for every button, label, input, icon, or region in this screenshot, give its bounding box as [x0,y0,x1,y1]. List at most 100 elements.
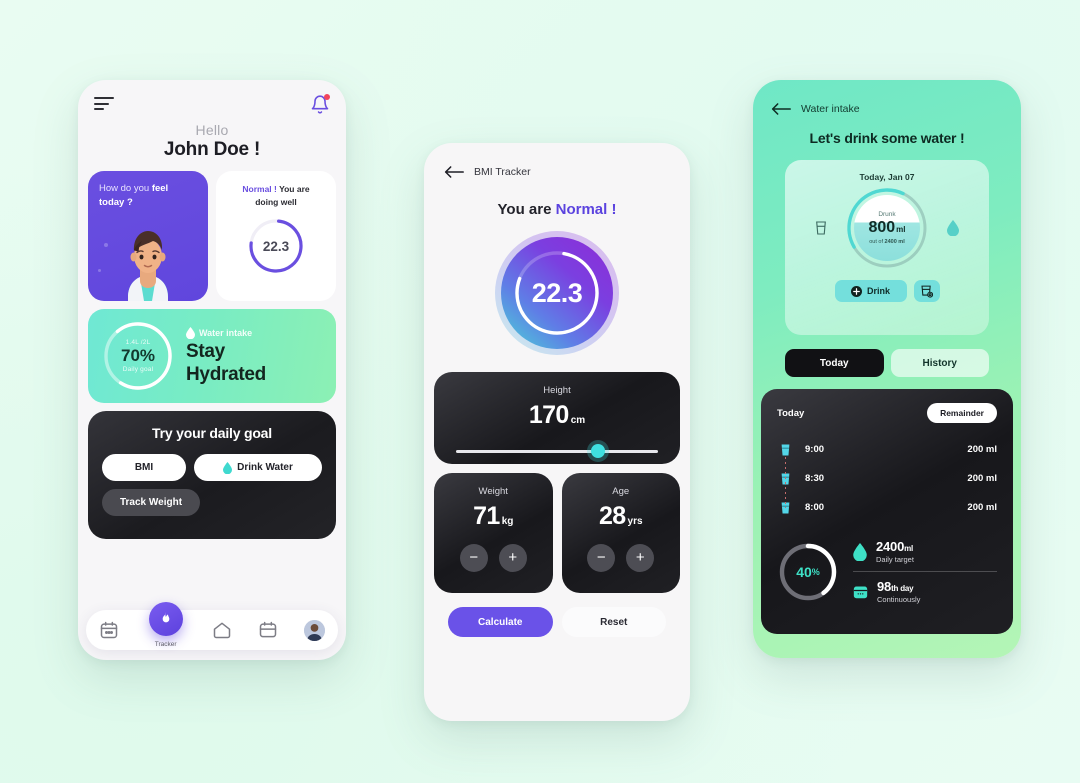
cup-settings-button[interactable] [913,280,940,302]
goal-chip-drink-water[interactable]: Drink Water [194,454,322,481]
remainder-button[interactable]: Remainder [927,403,997,423]
log-time: 9:00 [805,444,825,455]
water-out-of-row: out of 2400 ml [869,239,904,245]
goal-chip-bmi[interactable]: BMI [102,454,186,481]
goal-chip-track-weight[interactable]: Track Weight [102,489,200,516]
water-progress-card: Today, Jan 07 Drunk 800ml out of 2400 ml… [785,160,989,335]
back-arrow-icon[interactable] [444,165,464,179]
weight-unit: kg [501,516,514,527]
tab-history[interactable]: History [890,349,989,377]
glass-icon [816,221,826,235]
height-value-row: 170 cm [434,401,680,430]
water-banner-text: Water intake Stay Hydrated [184,326,324,386]
water-tabs: Today History [785,349,989,377]
hamburger-icon[interactable] [94,94,114,114]
goal-chip-bmi-label: BMI [134,462,154,473]
bmi-caption-highlight: Normal ! [242,184,277,194]
stat-target-value-row: 2400ml [876,539,914,554]
age-increment-button[interactable]: + [626,544,655,572]
goal-chip-track-label: Track Weight [119,497,183,508]
avatar-illustration-icon [304,619,326,641]
home-top-row: How do you feel today ? Normal ! You are… [88,171,336,301]
height-slider[interactable] [456,444,658,458]
stat-streak-text: 98th day Continuously [877,579,920,604]
drink-button-label: Drink [866,286,890,296]
water-log-title: Today [777,407,805,419]
list-item[interactable]: 8:30 200 ml [777,464,997,493]
water-drop-icon [947,220,959,236]
timeline-dashed-line [784,457,786,508]
card-icon[interactable] [258,620,278,640]
notification-dot [324,94,330,100]
water-intake-banner[interactable]: 1.4L /2L 70% Daily goal Water intake Sta… [88,309,336,403]
water-amount-unit: ml [896,225,906,235]
weight-increment-button[interactable]: + [498,544,527,572]
water-card-date: Today, Jan 07 [859,172,915,182]
height-label: Height [543,385,571,396]
footer-stat-list: 2400ml Daily target 98th day Continuousl… [853,534,997,609]
weight-value: 71 [473,502,500,530]
bmi-status-text: You are Normal ! [424,201,690,218]
calendar-icon [853,585,868,598]
mood-text-b: feel [151,183,169,194]
decor-dot [104,243,108,247]
age-decrement-button[interactable]: − [587,544,616,572]
greeting-hello: Hello [195,122,229,138]
stat-streak-value: 98 [877,579,892,594]
plus-circle-icon [850,285,862,297]
stat-streak: 98th day Continuously [853,574,997,609]
hamburger-line [94,108,104,110]
water-log-header: Today Remainder [777,403,997,423]
reset-button[interactable]: Reset [561,607,666,637]
mood-card[interactable]: How do you feel today ? [88,171,208,301]
sidebar-item-tracker[interactable] [148,602,183,636]
bmi-summary-card[interactable]: Normal ! You are doing well 22.3 [216,171,336,301]
water-out-of-value: 2400 ml [884,238,905,245]
water-banner-title-2: Hydrated [186,364,266,385]
water-ring-top-label: 1.4L /2L [125,339,151,347]
decor-dot [98,269,101,272]
bmi-action-row: Calculate Reset [448,607,666,637]
bmi-header: BMI Tracker [424,143,690,179]
home-icon[interactable] [212,620,232,640]
stat-daily-target: 2400ml Daily target [853,534,997,569]
water-gauge-bubble: Drunk 800ml out of 2400 ml [854,195,920,261]
height-unit: cm [570,415,586,426]
age-steppers: − + [562,544,681,572]
stat-streak-label: Continuously [877,595,921,604]
water-ring-content: 1.4L /2L 70% Daily goal [100,318,176,394]
water-page-title: Let's drink some water ! [809,130,965,146]
greeting-name: John Doe ! [163,139,261,160]
phone-home-screen: Hello John Doe ! How do you feel today ? [78,80,346,660]
height-slider-thumb[interactable] [591,444,606,458]
drink-button[interactable]: Drink [834,280,907,302]
height-panel: Height 170 cm [434,372,680,464]
bmi-summary-value: 22.3 [262,238,290,254]
height-slider-track [456,450,658,453]
goal-chip-row: BMI Drink Water [102,454,322,481]
weight-label: Weight [478,486,508,497]
home-top-bar [94,94,330,116]
stat-target-value: 2400 [876,539,905,554]
log-amount: 200 ml [967,473,997,484]
calculate-button[interactable]: Calculate [448,607,553,637]
water-gauge: Drunk 800ml out of 2400 ml [845,186,929,270]
weight-value-row: 71 kg [434,502,553,531]
profile-avatar[interactable] [304,619,326,641]
water-log-card: Today Remainder 9:00 200 ml 8:30 200 ml … [761,389,1013,634]
weight-decrement-button[interactable]: − [459,544,488,572]
water-amount-value: 800 [868,219,896,237]
water-drunk-label: Drunk [878,211,896,219]
water-banner-label: Water intake [199,327,253,338]
notification-bell-icon[interactable] [310,94,330,116]
list-item[interactable]: 9:00 200 ml [777,435,997,464]
mood-card-text: How do you feel today ? [99,182,197,211]
tab-today[interactable]: Today [785,349,884,377]
bottom-navigation: Tracker [86,602,338,650]
phone-water-screen: Water intake Let's drink some water ! To… [753,80,1021,658]
back-arrow-icon[interactable] [771,102,791,116]
divider [853,571,997,572]
calendar-icon[interactable] [99,620,119,640]
list-item[interactable]: 8:00 200 ml [777,493,997,522]
age-value-row: 28 yrs [562,502,681,531]
